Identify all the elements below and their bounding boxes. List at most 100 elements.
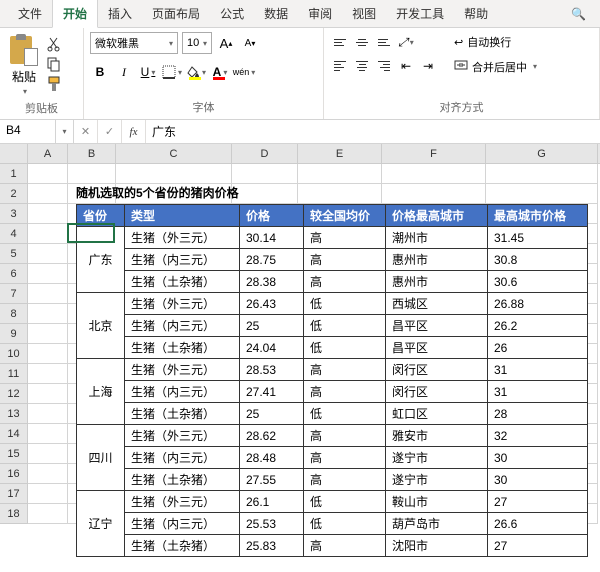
row-header-12[interactable]: 12 (0, 384, 28, 404)
row-header-6[interactable]: 6 (0, 264, 28, 284)
font-size-combo[interactable]: 10 ▾ (182, 32, 212, 54)
cell[interactable] (28, 164, 68, 184)
cell[interactable] (28, 264, 68, 284)
cell[interactable] (298, 184, 382, 204)
row-header-17[interactable]: 17 (0, 484, 28, 504)
font-name-combo[interactable]: 微软雅黑 ▾ (90, 32, 178, 54)
tab-3[interactable]: 页面布局 (142, 0, 210, 27)
row-header-16[interactable]: 16 (0, 464, 28, 484)
cell[interactable] (28, 224, 68, 244)
row-header-4[interactable]: 4 (0, 224, 28, 244)
cell[interactable] (28, 344, 68, 364)
paste-button[interactable]: 粘贴 ▾ (6, 32, 42, 98)
row-header-14[interactable]: 14 (0, 424, 28, 444)
merge-center-button[interactable]: 合并后居中 ▾ (450, 56, 541, 77)
col-header-F[interactable]: F (382, 144, 486, 163)
cell[interactable] (382, 164, 486, 184)
cell[interactable] (28, 284, 68, 304)
name-box[interactable]: B4 (0, 120, 56, 143)
row-header-11[interactable]: 11 (0, 364, 28, 384)
align-left-button[interactable] (330, 56, 350, 76)
align-middle-button[interactable] (352, 32, 372, 52)
row-header-3[interactable]: 3 (0, 204, 28, 224)
cell[interactable] (28, 204, 68, 224)
tab-2[interactable]: 插入 (98, 0, 142, 27)
tab-4[interactable]: 公式 (210, 0, 254, 27)
align-top-button[interactable] (330, 32, 350, 52)
row-header-9[interactable]: 9 (0, 324, 28, 344)
italic-button[interactable]: I (114, 62, 134, 82)
spreadsheet-grid[interactable]: ABCDEFG 123456789101112131415161718 随机选取… (0, 144, 600, 524)
select-all-corner[interactable] (0, 144, 28, 163)
cell[interactable] (28, 504, 68, 524)
cell[interactable] (28, 464, 68, 484)
row-header-7[interactable]: 7 (0, 284, 28, 304)
underline-button[interactable]: U▾ (138, 62, 158, 82)
cell[interactable] (28, 444, 68, 464)
tab-9[interactable]: 帮助 (454, 0, 498, 27)
align-center-button[interactable] (352, 56, 372, 76)
cell[interactable] (28, 324, 68, 344)
insert-function-button[interactable]: fx (122, 120, 146, 143)
cell[interactable] (28, 484, 68, 504)
cell[interactable] (116, 164, 232, 184)
copy-icon[interactable] (46, 56, 62, 72)
cell[interactable] (382, 184, 486, 204)
cell[interactable] (486, 164, 598, 184)
cell[interactable] (28, 384, 68, 404)
format-painter-icon[interactable] (46, 76, 62, 92)
cell[interactable] (232, 184, 298, 204)
col-header-A[interactable]: A (28, 144, 68, 163)
align-bottom-button[interactable] (374, 32, 394, 52)
font-color-button[interactable]: A▾ (210, 62, 230, 82)
row-header-13[interactable]: 13 (0, 404, 28, 424)
col-header-E[interactable]: E (298, 144, 382, 163)
cell[interactable] (28, 364, 68, 384)
cell[interactable] (28, 184, 68, 204)
decrease-font-button[interactable]: A▾ (240, 33, 260, 53)
row-header-15[interactable]: 15 (0, 444, 28, 464)
cell[interactable] (28, 244, 68, 264)
cell[interactable] (28, 304, 68, 324)
cells-area[interactable]: 随机选取的5个省份的猪肉价格 省份类型价格较全国均价价格最高城市最高城市价格广东… (28, 164, 600, 524)
tab-6[interactable]: 审阅 (298, 0, 342, 27)
col-header-B[interactable]: B (68, 144, 116, 163)
cell[interactable] (68, 164, 116, 184)
align-right-button[interactable] (374, 56, 394, 76)
decrease-indent-button[interactable]: ⇤ (396, 56, 416, 76)
tab-1[interactable]: 开始 (52, 0, 98, 28)
row-header-1[interactable]: 1 (0, 164, 28, 184)
confirm-edit-button[interactable]: ✓ (98, 120, 122, 143)
cell[interactable] (28, 424, 68, 444)
cell[interactable] (28, 404, 68, 424)
fill-color-button[interactable]: ▾ (186, 62, 206, 82)
row-header-8[interactable]: 8 (0, 304, 28, 324)
wrap-text-button[interactable]: ↩ 自动换行 (450, 32, 541, 52)
tab-7[interactable]: 视图 (342, 0, 386, 27)
search-icon[interactable]: 🔍 (565, 1, 592, 27)
increase-font-button[interactable]: A▴ (216, 33, 236, 53)
col-header-G[interactable]: G (486, 144, 598, 163)
tab-5[interactable]: 数据 (254, 0, 298, 27)
tab-8[interactable]: 开发工具 (386, 0, 454, 27)
cell[interactable] (298, 164, 382, 184)
increase-indent-button[interactable]: ⇥ (418, 56, 438, 76)
col-header-C[interactable]: C (116, 144, 232, 163)
cell[interactable] (232, 164, 298, 184)
cancel-edit-button[interactable]: ✕ (74, 120, 98, 143)
row-header-10[interactable]: 10 (0, 344, 28, 364)
row-header-18[interactable]: 18 (0, 504, 28, 524)
bold-button[interactable]: B (90, 62, 110, 82)
name-box-dropdown[interactable]: ▾ (56, 120, 74, 143)
cut-icon[interactable] (46, 36, 62, 52)
table-row: 四川生猪（外三元）28.62高雅安市32 (77, 425, 588, 447)
row-header-5[interactable]: 5 (0, 244, 28, 264)
row-header-2[interactable]: 2 (0, 184, 28, 204)
border-button[interactable]: ▾ (162, 62, 182, 82)
col-header-D[interactable]: D (232, 144, 298, 163)
tab-0[interactable]: 文件 (8, 0, 52, 27)
formula-input[interactable] (146, 120, 600, 143)
phonetic-button[interactable]: wén▾ (234, 62, 254, 82)
orientation-button[interactable]: ⤢▾ (396, 32, 416, 52)
cell[interactable] (486, 184, 598, 204)
